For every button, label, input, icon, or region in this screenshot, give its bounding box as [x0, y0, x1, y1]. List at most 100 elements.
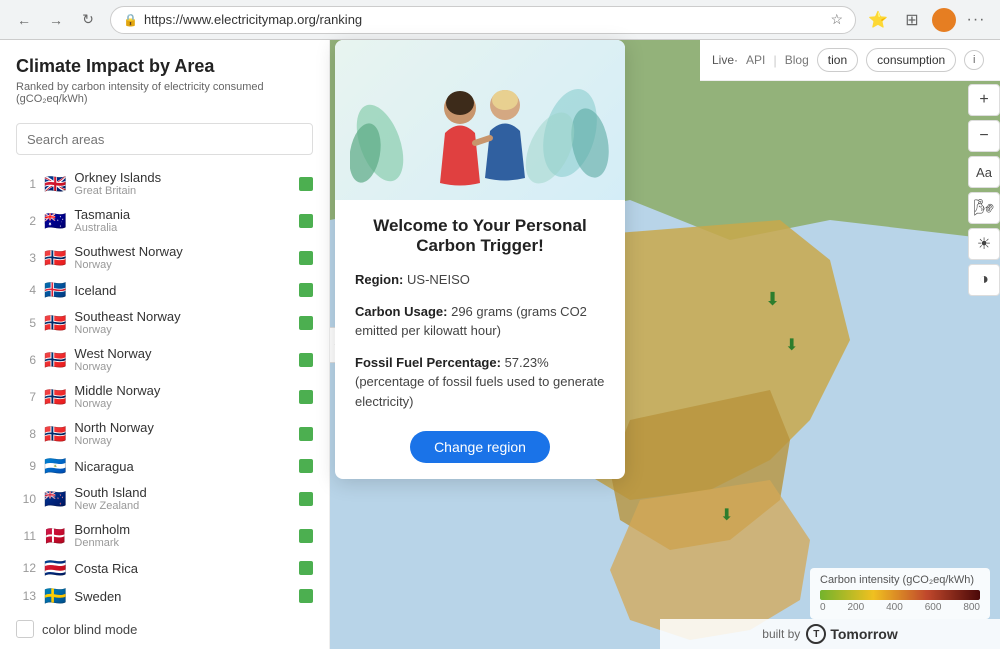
rank-info: Southwest Norway Norway: [74, 244, 291, 271]
zone-button[interactable]: tion: [817, 48, 858, 72]
solar-button[interactable]: ☀: [968, 228, 1000, 260]
menu-button[interactable]: ···: [962, 6, 990, 34]
list-item[interactable]: 9 🇳🇮 Nicaragua: [8, 452, 321, 480]
flag-icon: 🇦🇺: [44, 212, 66, 230]
legend-label: 200: [847, 602, 864, 613]
area-name: Southeast Norway: [74, 309, 291, 324]
rank-info: Iceland: [74, 283, 291, 298]
country-name: Norway: [74, 324, 291, 336]
list-item[interactable]: 13 🇸🇪 Sweden: [8, 582, 321, 610]
built-by-bar: built by T Tomorrow: [660, 619, 1000, 649]
list-item[interactable]: 6 🇳🇴 West Norway Norway: [8, 341, 321, 378]
flag-icon: 🇳🇴: [44, 314, 66, 332]
flag-icon: 🇮🇸: [44, 281, 66, 299]
list-item[interactable]: 3 🇳🇴 Southwest Norway Norway: [8, 239, 321, 276]
list-item[interactable]: 5 🇳🇴 Southeast Norway Norway: [8, 304, 321, 341]
rank-info: Bornholm Denmark: [74, 522, 291, 549]
modal-illustration: [335, 40, 625, 200]
rank-number: 7: [16, 390, 36, 404]
browser-chrome: ← → ↻ 🔒 https://www.electricitymap.org/r…: [0, 0, 1000, 40]
flag-icon: 🇳🇴: [44, 351, 66, 369]
list-item[interactable]: 11 🇩🇰 Bornholm Denmark: [8, 517, 321, 554]
carbon-dot: [299, 427, 313, 441]
area-name: Middle Norway: [74, 383, 291, 398]
country-name: Norway: [74, 435, 291, 447]
avatar[interactable]: [932, 8, 956, 32]
color-blind-label: color blind mode: [42, 622, 137, 637]
address-bar[interactable]: 🔒 https://www.electricitymap.org/ranking…: [110, 6, 856, 34]
sidebar-header: Climate Impact by Area Ranked by carbon …: [0, 40, 329, 113]
wind-button[interactable]: 🌬: [968, 192, 1000, 224]
carbon-dot: [299, 251, 313, 265]
area-name: West Norway: [74, 346, 291, 361]
extensions-button[interactable]: ⭐: [864, 6, 892, 34]
night-mode-button[interactable]: ◑: [968, 264, 1000, 296]
carbon-dot: [299, 459, 313, 473]
carbon-trigger-modal[interactable]: Welcome to Your Personal Carbon Trigger!…: [335, 40, 625, 479]
rank-number: 6: [16, 353, 36, 367]
modal-fossil-label: Fossil Fuel Percentage:: [355, 355, 501, 370]
bookmark-icon[interactable]: ☆: [830, 11, 843, 28]
area-name: Orkney Islands: [74, 170, 291, 185]
lock-icon: 🔒: [123, 13, 138, 27]
api-link[interactable]: API: [746, 53, 765, 67]
country-name: Australia: [74, 222, 291, 234]
sidebar: Climate Impact by Area Ranked by carbon …: [0, 40, 330, 649]
blog-link[interactable]: Blog: [785, 53, 809, 67]
flag-icon: 🇸🇪: [44, 587, 66, 605]
color-blind-checkbox[interactable]: [16, 620, 34, 638]
rank-info: South Island New Zealand: [74, 485, 291, 512]
illustration-svg: [350, 43, 610, 198]
refresh-button[interactable]: ↻: [74, 6, 102, 34]
carbon-dot: [299, 353, 313, 367]
info-button[interactable]: i: [964, 50, 984, 70]
rank-info: North Norway Norway: [74, 420, 291, 447]
tomorrow-brand-label: Tomorrow: [830, 626, 897, 642]
legend-label: 0: [820, 602, 826, 613]
carbon-dot: [299, 529, 313, 543]
search-input[interactable]: [16, 123, 313, 155]
legend-label: 800: [963, 602, 980, 613]
legend-labels: 0200400600800: [820, 602, 980, 613]
legend-label: 400: [886, 602, 903, 613]
map-controls: + − Aa 🌬 ☀ ◑: [964, 80, 1000, 300]
zoom-out-button[interactable]: −: [968, 120, 1000, 152]
zoom-in-button[interactable]: +: [968, 84, 1000, 116]
rank-number: 10: [16, 492, 36, 506]
app-header: Live· API | Blog tion consumption i: [700, 40, 1000, 81]
change-region-button[interactable]: Change region: [410, 431, 550, 463]
rank-info: Sweden: [74, 589, 291, 604]
flag-icon: 🇳🇴: [44, 388, 66, 406]
back-button[interactable]: ←: [10, 6, 38, 34]
consumption-button[interactable]: consumption: [866, 48, 956, 72]
carbon-dot: [299, 390, 313, 404]
flag-icon: 🇨🇷: [44, 559, 66, 577]
url-text: https://www.electricitymap.org/ranking: [144, 12, 824, 27]
flag-icon: 🇳🇴: [44, 425, 66, 443]
rank-info: Tasmania Australia: [74, 207, 291, 234]
list-item[interactable]: 8 🇳🇴 North Norway Norway: [8, 415, 321, 452]
tomorrow-circle-icon: T: [806, 624, 826, 644]
country-name: Denmark: [74, 537, 291, 549]
list-item[interactable]: 1 🇬🇧 Orkney Islands Great Britain: [8, 165, 321, 202]
list-item[interactable]: 4 🇮🇸 Iceland: [8, 276, 321, 304]
list-item[interactable]: 10 🇳🇿 South Island New Zealand: [8, 480, 321, 517]
color-blind-toggle: color blind mode: [0, 610, 329, 648]
rank-info: Southeast Norway Norway: [74, 309, 291, 336]
rank-number: 12: [16, 561, 36, 575]
list-item[interactable]: 12 🇨🇷 Costa Rica: [8, 554, 321, 582]
carbon-dot: [299, 283, 313, 297]
rank-number: 1: [16, 177, 36, 191]
flag-icon: 🇩🇰: [44, 527, 66, 545]
built-by-text: built by: [762, 627, 800, 641]
rank-number: 4: [16, 283, 36, 297]
flag-icon: 🇳🇿: [44, 490, 66, 508]
forward-button[interactable]: →: [42, 6, 70, 34]
area-name: South Island: [74, 485, 291, 500]
carbon-dot: [299, 561, 313, 575]
profiles-button[interactable]: ⊞: [898, 6, 926, 34]
nav-buttons: ← → ↻: [10, 6, 102, 34]
language-button[interactable]: Aa: [968, 156, 1000, 188]
list-item[interactable]: 7 🇳🇴 Middle Norway Norway: [8, 378, 321, 415]
list-item[interactable]: 2 🇦🇺 Tasmania Australia: [8, 202, 321, 239]
